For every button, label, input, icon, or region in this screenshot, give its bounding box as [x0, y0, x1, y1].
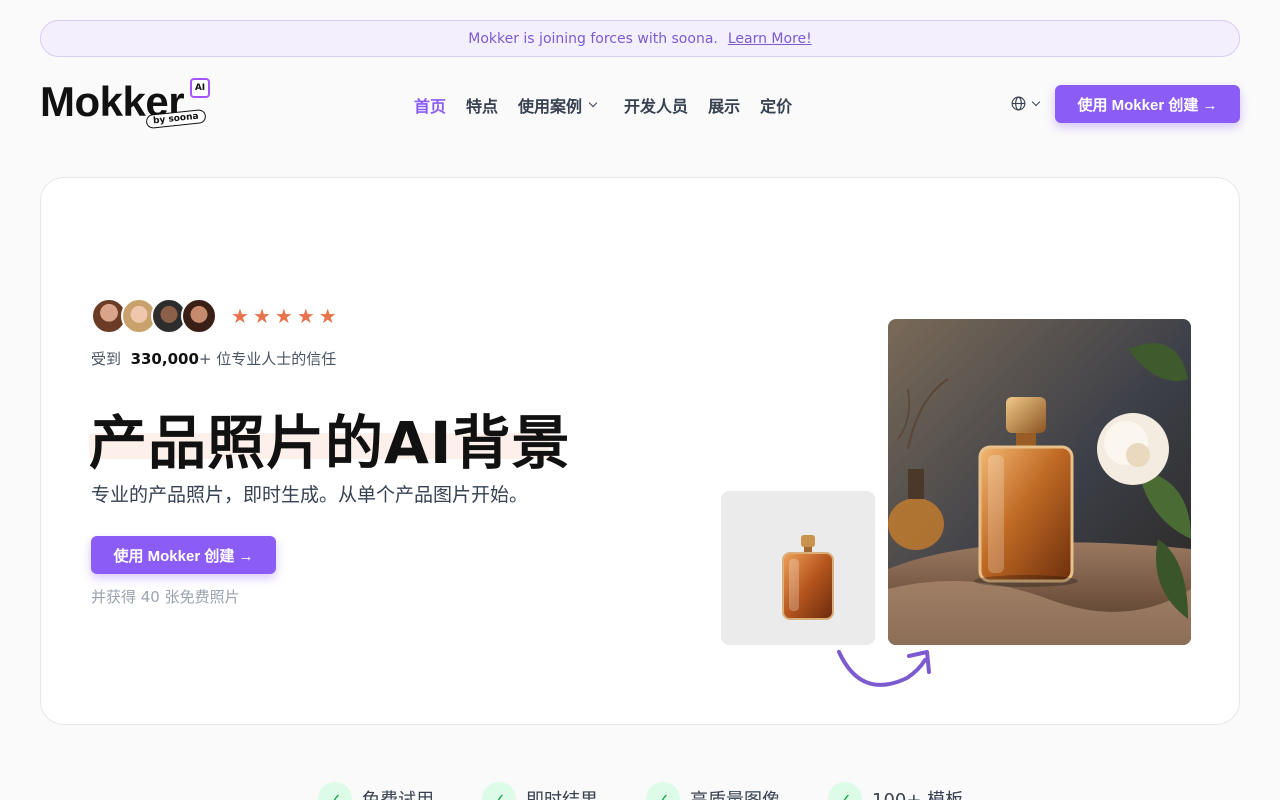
- chevron-down-icon: [588, 98, 598, 108]
- hero-headline: 产品照片的AI背景: [89, 409, 571, 477]
- star-icon: ★: [252, 304, 271, 328]
- feature-item: ✓ 高质量图像: [646, 782, 780, 800]
- nav-pricing[interactable]: 定价: [760, 93, 792, 117]
- check-icon: ✓: [646, 782, 680, 800]
- star-icon: ★: [318, 304, 337, 328]
- hero-card: ★ ★ ★ ★ ★ 受到 330,000+ 位专业人士的信任 产品照片的AI背景…: [40, 177, 1240, 725]
- language-selector[interactable]: [1010, 95, 1041, 112]
- announcement-text: Mokker is joining forces with soona.: [468, 30, 718, 47]
- nav-features[interactable]: 特点: [466, 93, 498, 117]
- check-icon: ✓: [482, 782, 516, 800]
- nav-home[interactable]: 首页: [414, 93, 446, 117]
- logo-ai-badge: AI: [190, 78, 210, 98]
- nav-developers[interactable]: 开发人员: [624, 93, 688, 117]
- feature-item: ✓ 即时结果: [482, 782, 598, 800]
- star-icon: ★: [274, 304, 293, 328]
- feature-item: ✓ 100+ 模板: [828, 782, 963, 800]
- announcement-banner: Mokker is joining forces with soona. Lea…: [40, 20, 1240, 57]
- hero-subheadline: 专业的产品照片，即时生成。从单个产品图片开始。: [91, 484, 529, 506]
- star-icon: ★: [296, 304, 315, 328]
- star-icon: ★: [231, 304, 249, 328]
- product-generated-image: [888, 319, 1191, 645]
- create-with-mokker-button[interactable]: 使用 Mokker 创建 →: [1055, 85, 1240, 123]
- main-nav: 首页 特点 使用案例 开发人员 展示 定价: [414, 94, 812, 116]
- learn-more-link[interactable]: Learn More!: [728, 31, 812, 47]
- globe-icon: [1011, 96, 1026, 111]
- product-input-image: [721, 491, 875, 645]
- mokker-logo[interactable]: Mokker AI by soona: [40, 78, 215, 132]
- chevron-down-icon: [1031, 97, 1041, 106]
- feature-item: ✓ 免费试用: [318, 782, 434, 800]
- hero-create-button[interactable]: 使用 Mokker 创建 →: [91, 536, 276, 574]
- nav-use-cases[interactable]: 使用案例: [518, 93, 598, 117]
- feature-list: ✓ 免费试用 ✓ 即时结果 ✓ 高质量图像 ✓ 100+ 模板: [318, 782, 1011, 800]
- trust-count: 330,000: [130, 350, 199, 368]
- rating-stars: ★ ★ ★ ★ ★: [231, 306, 341, 326]
- avatar: [181, 298, 217, 334]
- check-icon: ✓: [318, 782, 352, 800]
- free-photos-note: 并获得 40 张免费照片: [91, 588, 240, 606]
- check-icon: ✓: [828, 782, 862, 800]
- transform-arrow-icon: [837, 650, 931, 687]
- nav-use-cases-label: 使用案例: [518, 97, 583, 116]
- nav-showcase[interactable]: 展示: [708, 93, 740, 117]
- customer-avatars: [91, 298, 217, 334]
- trust-text: 受到 330,000+ 位专业人士的信任: [91, 350, 337, 368]
